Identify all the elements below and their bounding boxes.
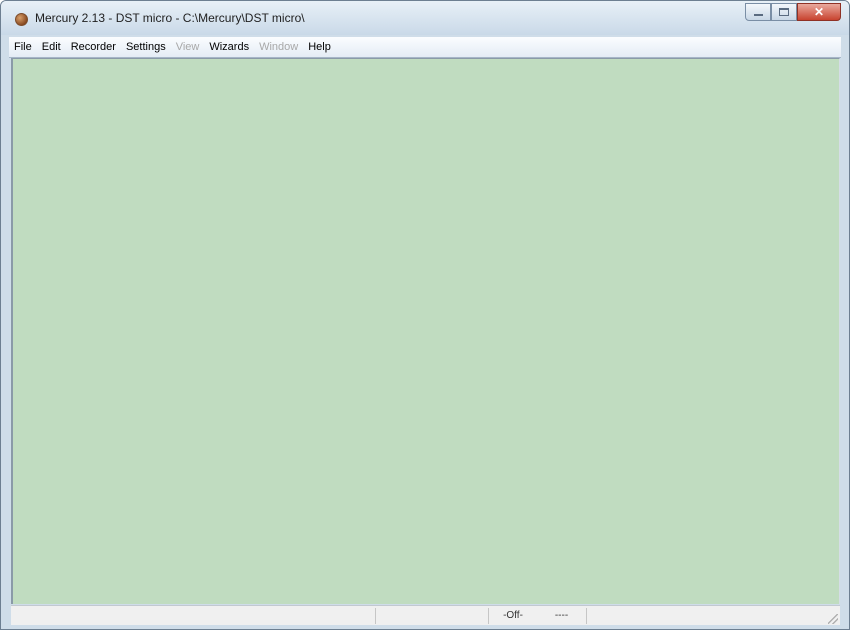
close-button[interactable]: ✕	[797, 3, 841, 21]
secondary-status: ----	[537, 607, 587, 624]
mercury-app-icon[interactable]	[15, 13, 28, 26]
menu-edit[interactable]: Edit	[37, 41, 66, 53]
status-bar: -Off- ----	[11, 605, 840, 625]
close-icon: ✕	[813, 5, 825, 19]
menu-bar: File Edit Recorder Settings View Wizards…	[9, 37, 841, 58]
caption-buttons: ✕	[745, 3, 841, 21]
maximize-button[interactable]	[771, 3, 797, 21]
application-window: Mercury 2.13 - DST micro - C:\Mercury\DS…	[0, 0, 850, 630]
menu-help[interactable]: Help	[303, 41, 336, 53]
status-pane-rest	[587, 608, 840, 624]
maximize-icon	[779, 8, 789, 16]
menu-wizards[interactable]: Wizards	[204, 41, 254, 53]
status-pane-main	[11, 607, 376, 624]
minimize-button[interactable]	[745, 3, 771, 21]
status-pane-empty	[376, 607, 489, 624]
title-bar[interactable]: Mercury 2.13 - DST micro - C:\Mercury\DS…	[1, 1, 849, 35]
menu-window: Window	[259, 41, 299, 53]
mdi-workspace[interactable]	[11, 58, 840, 604]
menu-settings[interactable]: Settings	[121, 41, 171, 53]
menu-file[interactable]: File	[9, 41, 37, 53]
connection-status: -Off-	[503, 610, 523, 621]
menu-recorder[interactable]: Recorder	[66, 41, 121, 53]
window-title: Mercury 2.13 - DST micro - C:\Mercury\DS…	[35, 11, 305, 25]
menu-view: View	[175, 41, 200, 53]
minimize-icon	[753, 14, 763, 16]
resize-grip-icon[interactable]	[828, 613, 838, 624]
